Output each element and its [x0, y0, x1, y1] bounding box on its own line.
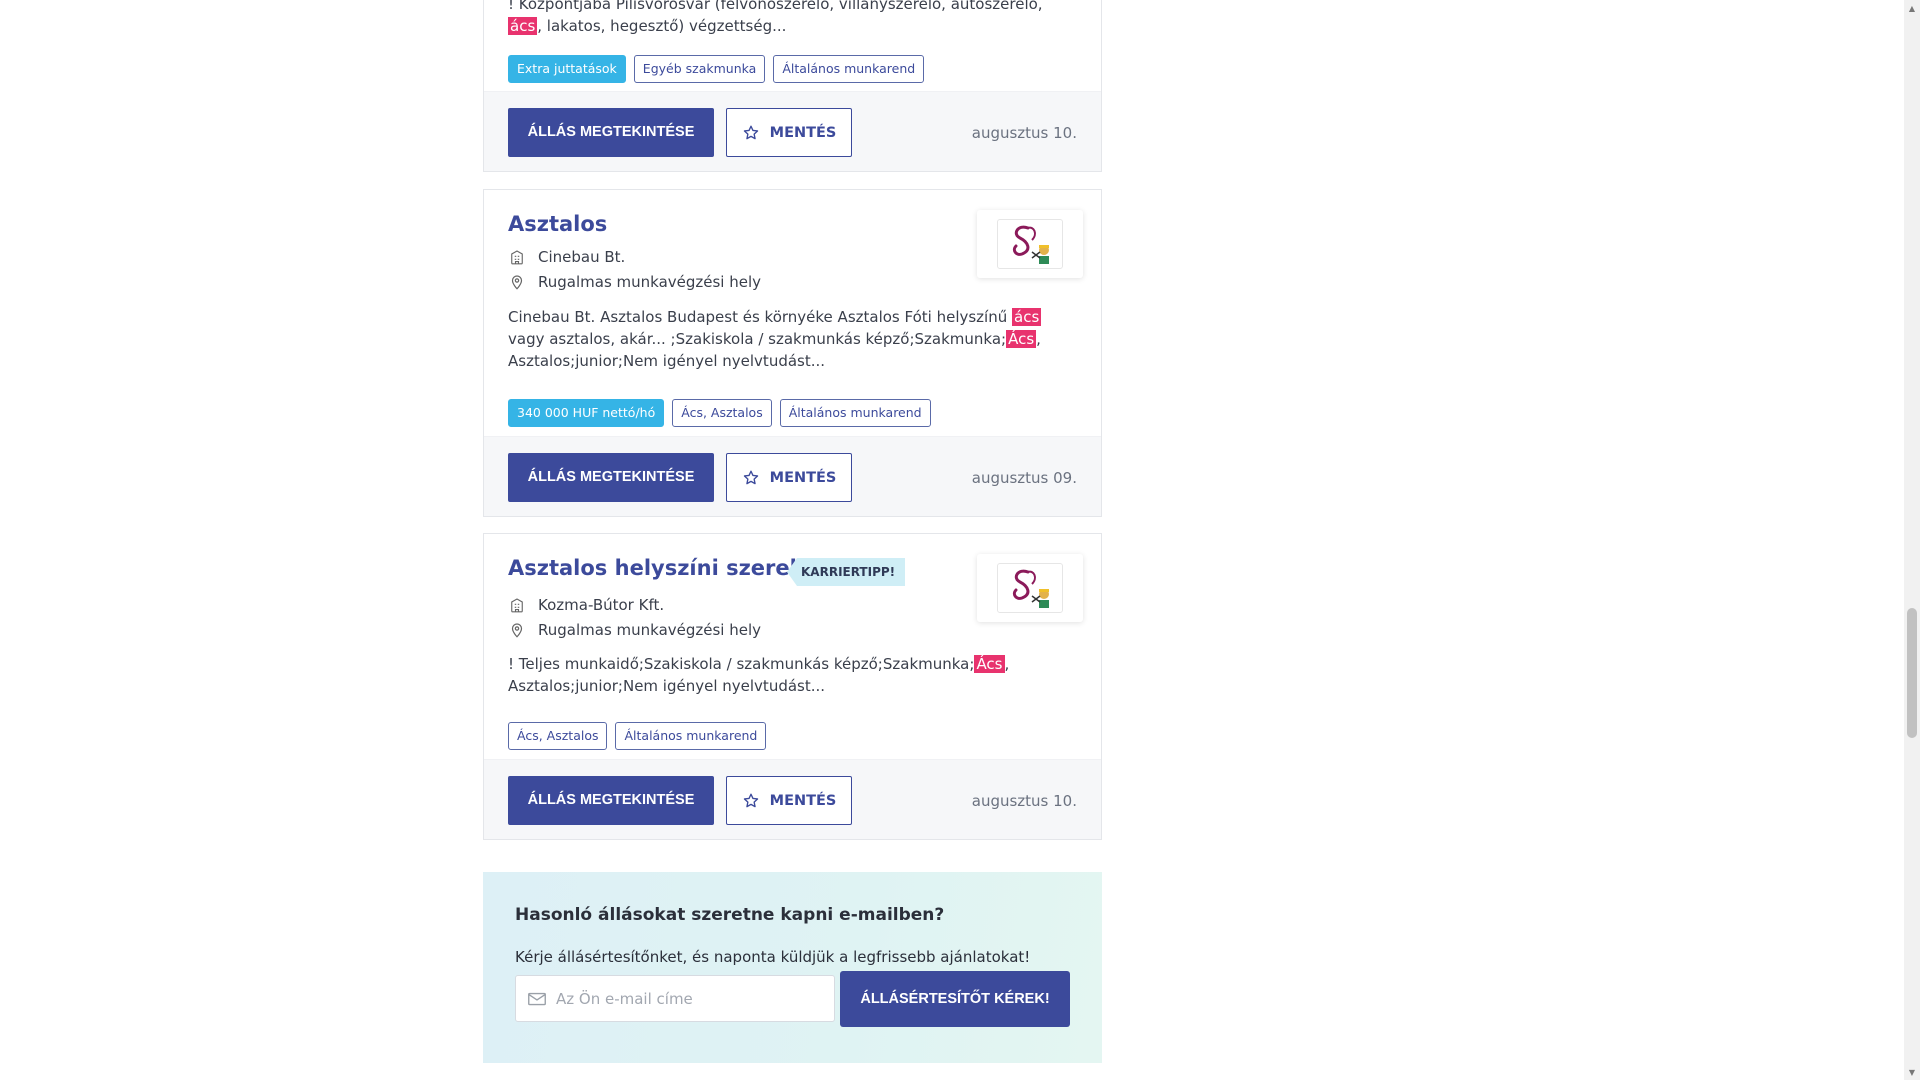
job-card-footer: ÁLLÁS MEGTEKINTÉSE MENTÉS augusztus 09. [484, 436, 1101, 516]
save-job-button[interactable]: MENTÉS [726, 776, 852, 825]
job-card: Asztalos helyszíni szerelő KARRIERTIPP! … [483, 533, 1102, 840]
job-tag[interactable]: Ács, Asztalos [508, 722, 608, 750]
job-tags: Extra juttatások Egyéb szakmunka Általán… [508, 55, 925, 83]
star-icon [743, 470, 758, 484]
company-name: Kozma-Bútor Kft. [538, 596, 665, 614]
alert-subtitle: Kérje állásértesítőnket, és naponta küld… [515, 948, 1031, 966]
salary-tag[interactable]: 340 000 HUF nettó/hó [508, 399, 665, 427]
job-location: Rugalmas munkavégzési hely [538, 621, 762, 639]
job-description: ! Központjába Pilisvörösvár (felvonószer… [508, 0, 1043, 35]
job-description: ! Teljes munkaidő;Szakiskola / szakmunká… [508, 655, 1010, 695]
company-row: Kozma-Bútor Kft. [508, 595, 664, 615]
job-tag[interactable]: Általános munkarend [773, 55, 925, 83]
star-icon [743, 793, 758, 807]
view-job-button[interactable]: ÁLLÁS MEGTEKINTÉSE [508, 108, 714, 157]
scroll-up-arrow-icon[interactable]: ▲ [1904, 0, 1920, 16]
view-job-button[interactable]: ÁLLÁS MEGTEKINTÉSE [508, 453, 714, 502]
location-row: Rugalmas munkavégzési hely [508, 620, 761, 640]
save-label: MENTÉS [769, 469, 837, 486]
email-field-wrapper [515, 975, 835, 1022]
building-icon [511, 598, 523, 613]
building-icon [511, 250, 523, 265]
job-title-link[interactable]: Asztalos helyszíni szerelő [508, 556, 811, 580]
job-tag[interactable]: Általános munkarend [615, 722, 767, 750]
company-logo-image [997, 219, 1063, 269]
company-row: Cinebau Bt. [508, 247, 625, 267]
scrollbar-thumb[interactable] [1907, 608, 1917, 738]
job-results-page: ! Központjába Pilisvörösvár (felvonószer… [0, 0, 1904, 1080]
keyword-highlight: ács [1012, 308, 1042, 326]
save-label: MENTÉS [769, 792, 837, 809]
scroll-down-arrow-icon[interactable]: ▼ [1904, 1064, 1920, 1080]
job-tag[interactable]: Általános munkarend [779, 399, 931, 427]
posted-date: augusztus 09. [971, 469, 1077, 487]
subscribe-alert-button[interactable]: ÁLLÁSÉRTESÍTŐT KÉREK! [840, 971, 1070, 1027]
location-row: Rugalmas munkavégzési hely [508, 272, 761, 292]
company-logo[interactable] [977, 554, 1083, 622]
star-icon [743, 125, 758, 139]
karriertipp-badge: KARRIERTIPP! [787, 558, 906, 586]
job-card: ! Központjába Pilisvörösvár (felvonószer… [483, 0, 1102, 172]
company-name: Cinebau Bt. [538, 248, 626, 266]
job-tags: 340 000 HUF nettó/hó Ács, Asztalos Által… [508, 399, 931, 427]
job-alert-box: Hasonló állásokat szeretne kapni e-mailb… [483, 872, 1102, 1063]
job-tags: Ács, Asztalos Általános munkarend [508, 722, 767, 750]
save-job-button[interactable]: MENTÉS [726, 453, 852, 502]
location-pin-icon [511, 623, 523, 638]
job-card-footer: ÁLLÁS MEGTEKINTÉSE MENTÉS augusztus 10. [484, 91, 1101, 171]
job-tag[interactable]: Extra juttatások [508, 55, 626, 83]
keyword-highlight: Ács [974, 655, 1005, 673]
alert-title: Hasonló állásokat szeretne kapni e-mailb… [515, 905, 945, 925]
posted-date: augusztus 10. [971, 124, 1077, 142]
job-tag[interactable]: Ács, Asztalos [672, 399, 772, 427]
save-job-button[interactable]: MENTÉS [726, 108, 852, 157]
job-card: Asztalos Cinebau Bt. Rugalmas munkavégzé… [483, 189, 1102, 517]
email-field[interactable] [556, 989, 816, 1008]
job-location: Rugalmas munkavégzési hely [538, 273, 762, 291]
job-card-footer: ÁLLÁS MEGTEKINTÉSE MENTÉS augusztus 10. [484, 759, 1101, 839]
save-label: MENTÉS [769, 124, 837, 141]
keyword-highlight: Ács [1006, 330, 1037, 348]
view-job-button[interactable]: ÁLLÁS MEGTEKINTÉSE [508, 776, 714, 825]
company-logo-image [997, 563, 1063, 613]
job-tag[interactable]: Egyéb szakmunka [633, 55, 766, 83]
job-description: Cinebau Bt. Asztalos Budapest és környék… [508, 308, 1042, 370]
page-scrollbar[interactable]: ▲ ▼ [1904, 0, 1920, 1080]
keyword-highlight: ács [508, 17, 538, 35]
job-title-link[interactable]: Asztalos [508, 212, 607, 236]
mail-icon [528, 992, 546, 1005]
posted-date: augusztus 10. [971, 792, 1077, 810]
company-logo[interactable] [977, 210, 1083, 278]
location-pin-icon [511, 275, 523, 290]
